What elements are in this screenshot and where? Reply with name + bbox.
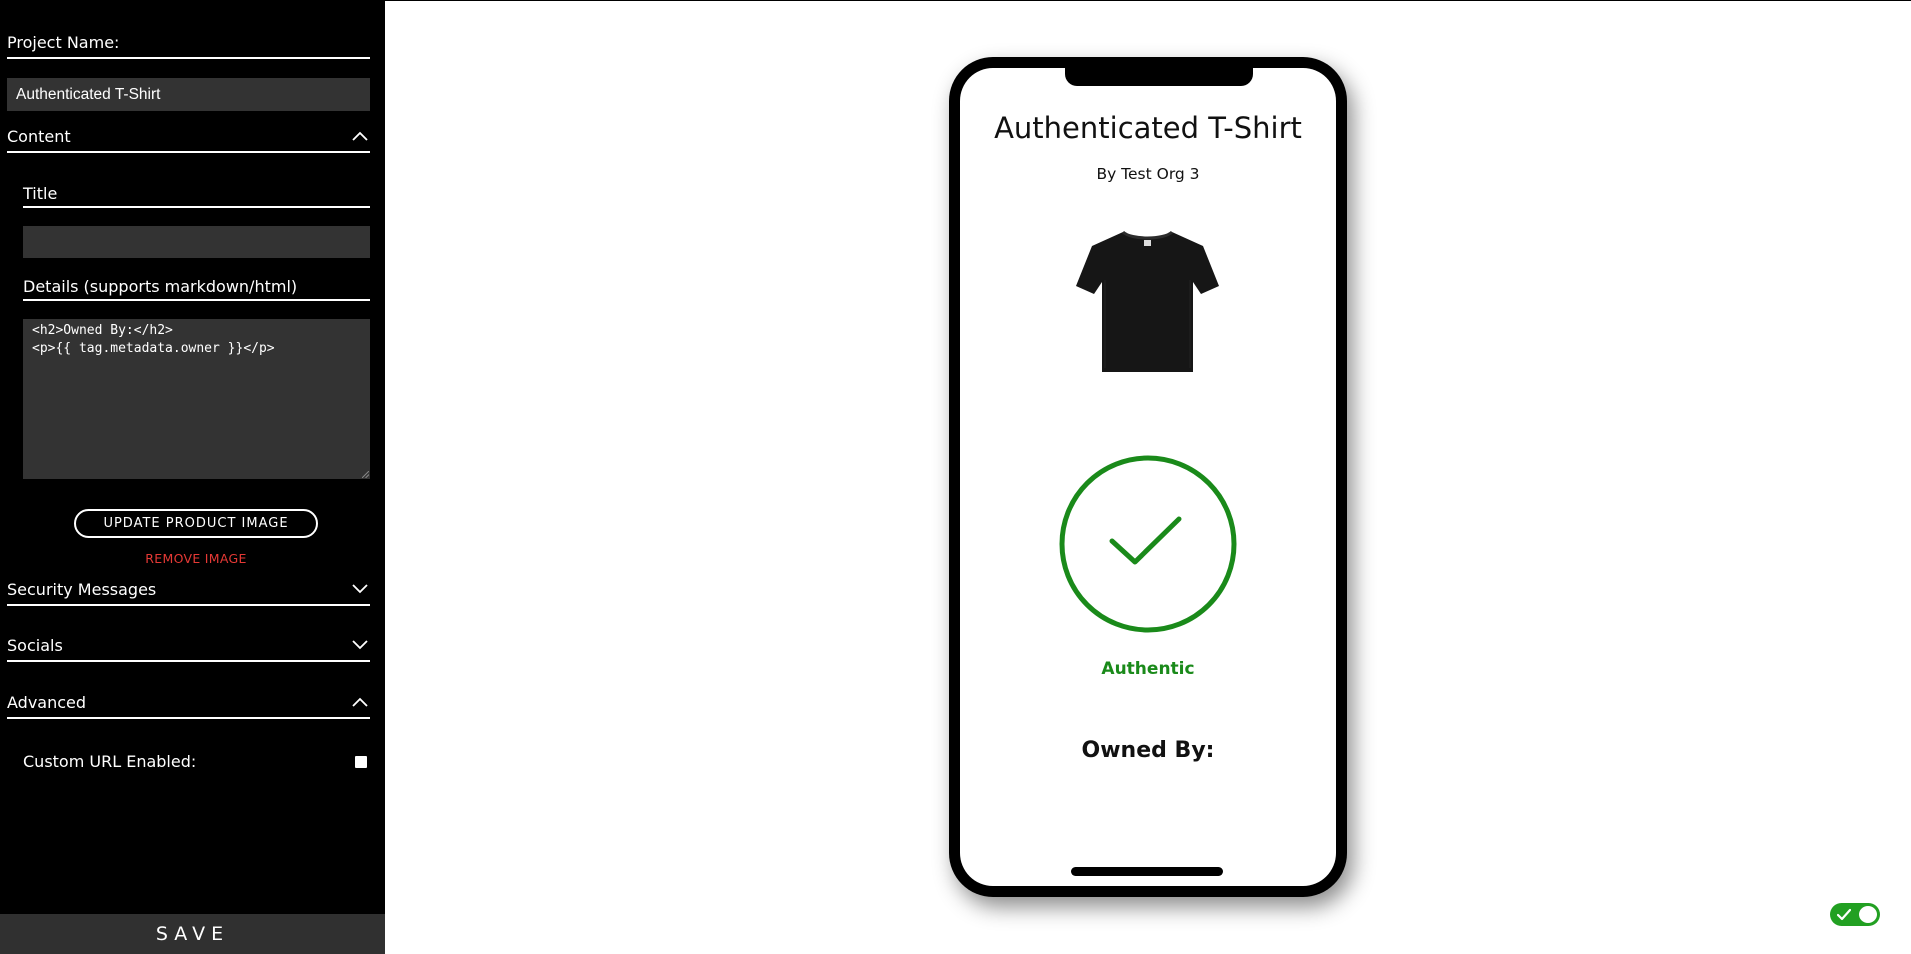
phone-home-indicator	[1071, 867, 1223, 876]
socials-section-header[interactable]: Socials	[7, 636, 370, 662]
chevron-down-icon	[352, 640, 368, 650]
advanced-section-header[interactable]: Advanced	[7, 693, 370, 719]
authentic-status: Authentic	[1101, 659, 1195, 679]
check-icon	[1837, 908, 1851, 921]
title-field-label: Title	[23, 184, 370, 208]
details-textarea[interactable]: <h2>Owned By:</h2> <p>{{ tag.metadata.ow…	[23, 319, 370, 479]
resize-grip-icon[interactable]	[362, 471, 369, 478]
editor-sidebar: Project Name: Content Title Details (sup…	[0, 0, 385, 954]
title-input[interactable]	[23, 226, 370, 258]
preview-toggle-switch[interactable]	[1830, 903, 1880, 926]
preview-org-name: By Test Org 3	[1096, 165, 1200, 183]
preview-title: Authenticated T-Shirt	[994, 111, 1302, 145]
update-product-image-button[interactable]: UPDATE PRODUCT IMAGE	[74, 509, 318, 538]
content-section-header[interactable]: Content	[7, 127, 370, 153]
project-name-input[interactable]	[7, 78, 370, 111]
custom-url-checkbox[interactable]	[355, 756, 367, 768]
socials-label: Socials	[7, 636, 63, 655]
tshirt-product-image	[1076, 230, 1219, 372]
content-section-label: Content	[7, 127, 71, 146]
phone-preview-frame: Authenticated T-Shirt By Test Org 3 Auth…	[949, 57, 1347, 897]
security-messages-section-header[interactable]: Security Messages	[7, 580, 370, 606]
toggle-knob	[1859, 906, 1877, 923]
custom-url-label: Custom URL Enabled:	[23, 752, 197, 771]
remove-image-link[interactable]: REMOVE IMAGE	[74, 551, 318, 566]
details-field-label: Details (supports markdown/html)	[23, 277, 370, 301]
phone-notch	[1065, 68, 1253, 86]
phone-screen: Authenticated T-Shirt By Test Org 3 Auth…	[960, 68, 1336, 886]
top-divider	[385, 0, 1911, 1]
chevron-up-icon	[352, 697, 368, 707]
chevron-up-icon	[352, 131, 368, 141]
advanced-label: Advanced	[7, 693, 87, 712]
authentic-check-icon	[1059, 455, 1237, 633]
project-name-label: Project Name:	[7, 33, 370, 59]
chevron-down-icon	[352, 584, 368, 594]
owned-by-heading: Owned By:	[1081, 738, 1215, 763]
save-button[interactable]: SAVE	[0, 914, 385, 954]
security-messages-label: Security Messages	[7, 580, 157, 599]
